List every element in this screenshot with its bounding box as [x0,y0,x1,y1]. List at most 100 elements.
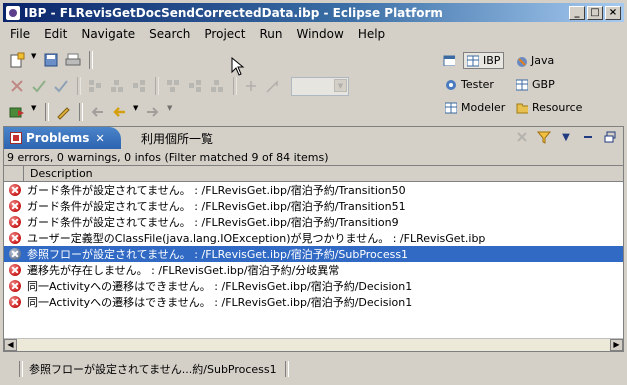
horizontal-scrollbar[interactable]: ◀ ▶ [4,338,623,351]
table-row[interactable]: ユーザー定義型のClassFile(java.lang.IOException)… [4,230,623,246]
eclipse-window: IBP - FLRevisGetDocSendCorrectedData.ibp… [0,0,627,385]
table-row[interactable]: 同一Activityへの遷移はできません。 : /FLRevisGet.ibp/… [4,278,623,294]
toolbar-separator [89,51,93,69]
align-top-icon[interactable] [165,78,181,94]
perspective-gbp[interactable]: GBP [516,78,555,91]
perspective-switcher: IBP Java Tester GBP Modeler Resource [441,50,621,120]
align-left-icon[interactable] [87,78,103,94]
description-column-header[interactable]: Description [24,167,93,180]
check-icon[interactable] [31,78,47,94]
problems-icon [10,132,22,144]
perspective-tester[interactable]: Tester [445,78,494,91]
perspective-java[interactable]: Java [515,54,554,67]
table-row[interactable]: ガード条件が設定されてません。 : /FLRevisGet.ibp/宿泊予約/T… [4,198,623,214]
forward-arrow-icon[interactable] [145,104,161,120]
table-row[interactable]: ガード条件が設定されてません。 : /FLRevisGet.ibp/宿泊予約/T… [4,214,623,230]
perspective-resource-label: Resource [532,101,583,114]
align-middle-icon[interactable] [187,78,203,94]
table-row[interactable]: ガード条件が設定されてません。 : /FLRevisGet.ibp/宿泊予約/T… [4,182,623,198]
row-description: 同一Activityへの遷移はできません。 : /FLRevisGet.ibp/… [27,296,413,309]
tab-problems-label: Problems [26,131,90,145]
row-description: 遷移先が存在しません。 : /FLRevisGet.ibp/宿泊予約/分岐異常 [27,264,340,277]
scroll-right-icon[interactable]: ▶ [610,339,623,351]
perspective-ibp-label: IBP [483,54,501,67]
connection-icon[interactable] [265,78,281,94]
error-icon [9,280,21,292]
perspective-ibp[interactable]: IBP [463,52,505,69]
new-dropdown-chevron-icon[interactable]: ▼ [31,52,39,68]
menu-run[interactable]: Run [252,27,289,41]
save-icon[interactable] [43,52,59,68]
tab-references[interactable]: 利用個所一覧 [141,127,213,149]
filter-icon[interactable] [537,130,551,144]
row-description: ガード条件が設定されてません。 : /FLRevisGet.ibp/宿泊予約/T… [27,216,399,229]
perspective-java-label: Java [531,54,555,67]
menu-help[interactable]: Help [351,27,392,41]
gbp-perspective-icon [516,79,528,90]
open-perspective-icon[interactable] [443,54,459,66]
table-row[interactable]: 遷移先が存在しません。 : /FLRevisGet.ibp/宿泊予約/分岐異常 [4,262,623,278]
menu-project[interactable]: Project [197,27,252,41]
tester-perspective-icon [446,79,456,90]
table-row-selected[interactable]: 参照フローが設定されてません。 : /FLRevisGet.ibp/宿泊予約/S… [4,246,623,262]
ibp-perspective-icon [467,55,479,66]
error-icon [9,232,21,244]
menu-search[interactable]: Search [142,27,197,41]
tab-problems[interactable]: Problems ✕ [4,127,121,149]
error-icon [9,200,21,212]
align-bottom-icon[interactable] [209,78,225,94]
status-separator [284,361,289,377]
menu-navigate[interactable]: Navigate [74,27,142,41]
forward-dropdown-chevron-icon[interactable]: ▼ [167,104,175,120]
print-icon[interactable] [65,52,81,68]
new-wizard-icon[interactable] [9,52,25,68]
zoom-combo[interactable] [291,76,349,96]
maximize-button[interactable]: □ [587,5,603,20]
menu-window[interactable]: Window [289,27,350,41]
status-separator [19,361,23,377]
last-edit-location-icon[interactable] [89,104,105,120]
tab-close-icon[interactable]: ✕ [95,132,104,145]
error-icon [9,248,21,260]
status-message: 参照フローが設定されてません...約/SubProcess1 [29,363,277,376]
row-description: ガード条件が設定されてません。 : /FLRevisGet.ibp/宿泊予約/T… [27,184,406,197]
row-description: ガード条件が設定されてません。 : /FLRevisGet.ibp/宿泊予約/T… [27,200,406,213]
menu-file[interactable]: File [3,27,37,41]
minimize-view-icon[interactable] [581,130,595,144]
zoom-in-icon[interactable] [243,78,259,94]
view-menu-chevron-icon[interactable]: ▼ [559,130,573,144]
java-perspective-icon [517,56,527,67]
minimize-button[interactable]: _ [569,5,585,20]
delete-icon[interactable] [9,78,25,94]
maximize-view-icon[interactable] [603,130,617,144]
edit-pencil-icon[interactable] [55,104,71,120]
icon-column-header[interactable] [4,165,24,182]
modeler-perspective-icon [445,102,457,113]
view-toolbar: ▼ [507,130,617,144]
filter-summary: 9 errors, 0 warnings, 0 infos (Filter ma… [4,149,623,166]
error-icon [9,184,21,196]
tab-references-label: 利用個所一覧 [141,131,214,146]
row-description: ユーザー定義型のClassFile(java.lang.IOException)… [27,232,486,245]
back-dropdown-chevron-icon[interactable]: ▼ [133,104,141,120]
title-bar[interactable]: IBP - FLRevisGetDocSendCorrectedData.ibp… [3,3,624,22]
run-external-tool-icon[interactable] [9,104,25,120]
perspective-resource[interactable]: Resource [516,101,582,114]
run-dropdown-chevron-icon[interactable]: ▼ [31,104,39,120]
mouse-pointer-icon [231,57,245,76]
delete-marker-icon[interactable] [515,130,529,144]
run-validation-icon[interactable] [53,78,69,94]
perspective-tester-label: Tester [461,78,494,91]
scroll-left-icon[interactable]: ◀ [4,339,17,351]
perspective-modeler-label: Modeler [461,101,506,114]
table-header: Description [4,165,623,182]
table-row[interactable]: 同一Activityへの遷移はできません。 : /FLRevisGet.ibp/… [4,294,623,310]
align-right-icon[interactable] [131,78,147,94]
close-button[interactable]: × [605,5,621,20]
eclipse-app-icon[interactable] [6,5,20,20]
align-center-icon[interactable] [109,78,125,94]
window-title: IBP - FLRevisGetDocSendCorrectedData.ibp… [24,5,443,20]
perspective-modeler[interactable]: Modeler [445,101,505,114]
back-arrow-icon[interactable] [111,104,127,120]
menu-edit[interactable]: Edit [37,27,74,41]
